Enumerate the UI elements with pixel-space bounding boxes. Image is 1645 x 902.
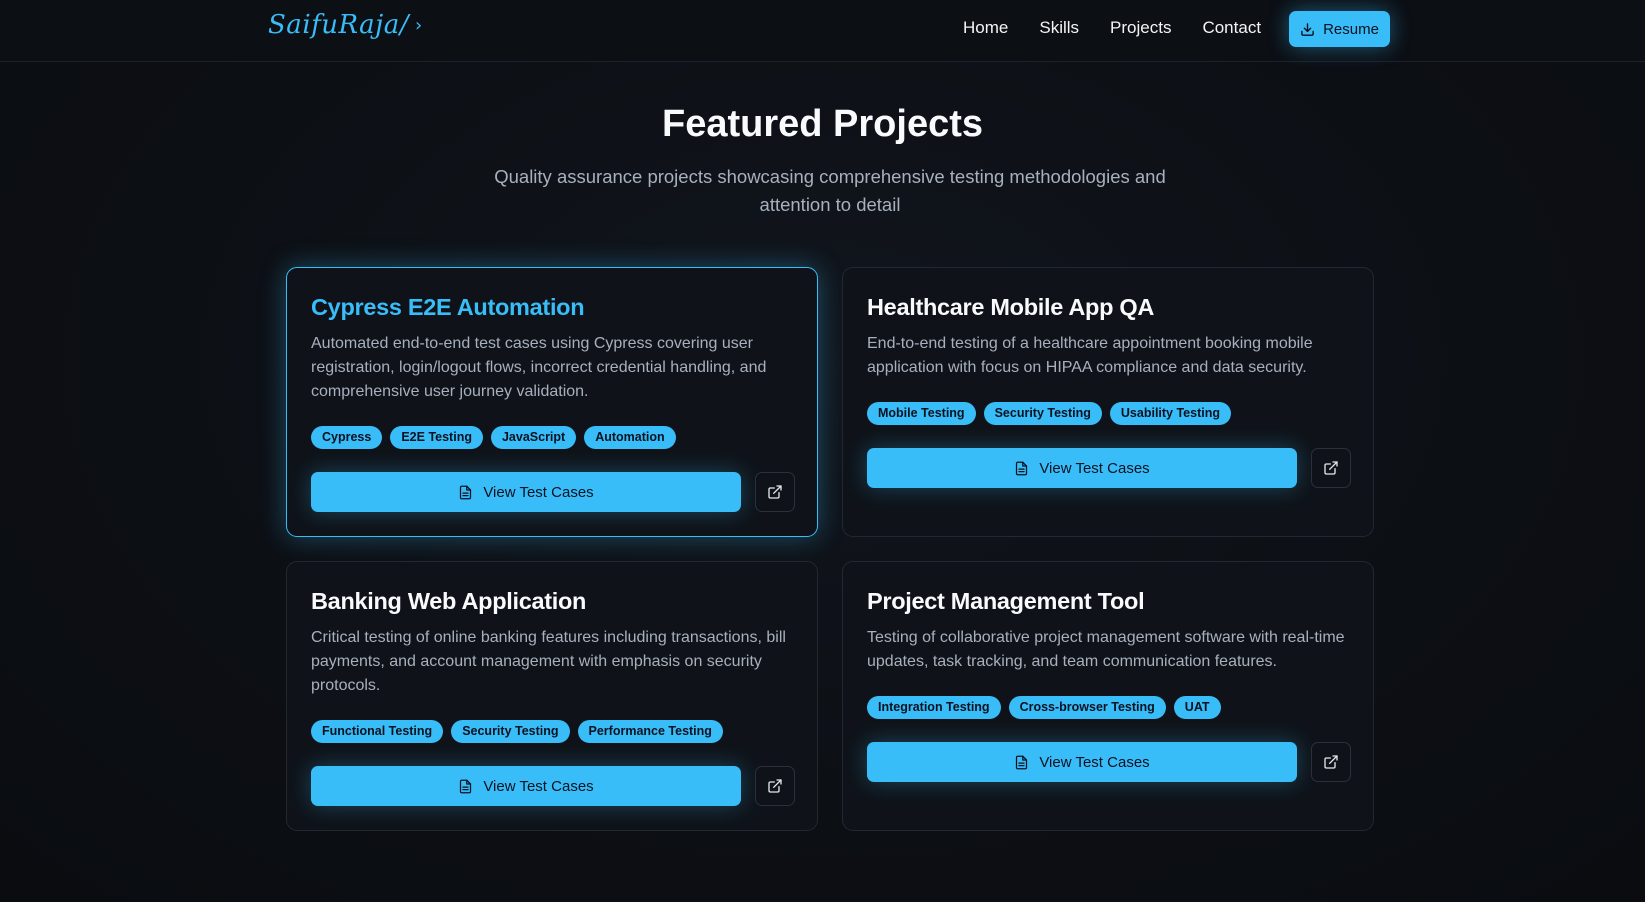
external-link-button[interactable] [1311, 742, 1351, 782]
section-subtitle: Quality assurance projects showcasing co… [494, 166, 1166, 215]
project-description: Testing of collaborative project managem… [867, 629, 1345, 670]
tag: UAT [1173, 696, 1221, 719]
project-card-healthcare[interactable]: Healthcare Mobile App QA End-to-end test… [842, 267, 1374, 537]
project-card-project-management[interactable]: Project Management Tool Testing of colla… [842, 561, 1374, 831]
tag: Automation [584, 426, 676, 449]
download-icon [1301, 22, 1314, 36]
tag: Integration Testing [867, 696, 1001, 719]
navbar: SaifuRaja/ › Home Skills Projects Contac… [0, 0, 1645, 62]
project-title: Healthcare Mobile App QA [867, 294, 1155, 320]
view-test-cases-button[interactable]: View Test Cases [311, 766, 741, 806]
external-link-icon [1324, 755, 1338, 769]
nav-link-skills[interactable]: Skills [1039, 18, 1079, 38]
project-title: Project Management Tool [867, 588, 1145, 614]
tag: JavaScript [490, 426, 577, 449]
external-link-button[interactable] [1311, 448, 1351, 488]
nav-link-projects[interactable]: Projects [1110, 18, 1171, 38]
resume-button[interactable]: Resume [1289, 11, 1390, 47]
view-test-cases-label: View Test Cases [483, 483, 594, 501]
view-test-cases-button[interactable]: View Test Cases [867, 448, 1297, 488]
project-title: Banking Web Application [311, 588, 587, 614]
logo-text: SaifuRaja/ [268, 10, 409, 40]
nav-link-contact[interactable]: Contact [1202, 18, 1261, 38]
logo-chevron-icon: › [415, 14, 423, 36]
tag: E2E Testing [390, 426, 483, 449]
document-icon [460, 485, 472, 499]
logo[interactable]: SaifuRaja/ › [268, 10, 423, 40]
project-card-banking[interactable]: Banking Web Application Critical testing… [286, 561, 818, 831]
tag: Cypress [311, 426, 383, 449]
project-tags: Functional Testing Security Testing Perf… [311, 720, 723, 743]
resume-label: Resume [1323, 20, 1379, 38]
tag: Functional Testing [311, 720, 444, 743]
project-description: Critical testing of online banking featu… [311, 629, 786, 694]
view-test-cases-button[interactable]: View Test Cases [867, 742, 1297, 782]
external-link-button[interactable] [755, 472, 795, 512]
project-card-cypress[interactable]: Cypress E2E Automation Automated end-to-… [286, 267, 818, 537]
view-test-cases-label: View Test Cases [1039, 753, 1150, 771]
external-link-button[interactable] [755, 766, 795, 806]
document-icon [1016, 461, 1028, 475]
view-test-cases-label: View Test Cases [1039, 459, 1150, 477]
nav-link-home[interactable]: Home [963, 18, 1008, 38]
project-tags: Mobile Testing Security Testing Usabilit… [867, 402, 1231, 425]
document-icon [1016, 755, 1028, 769]
project-description: End-to-end testing of a healthcare appoi… [867, 335, 1313, 376]
external-link-icon [768, 485, 782, 499]
section-title: Featured Projects [662, 103, 983, 145]
external-link-icon [1324, 461, 1338, 475]
view-test-cases-label: View Test Cases [483, 777, 594, 795]
tag: Security Testing [983, 402, 1102, 425]
project-tags: Integration Testing Cross-browser Testin… [867, 696, 1221, 719]
tag: Usability Testing [1109, 402, 1231, 425]
tag: Mobile Testing [867, 402, 976, 425]
document-icon [460, 779, 472, 793]
nav-links: Home Skills Projects Contact [963, 18, 1261, 38]
tag: Performance Testing [577, 720, 723, 743]
external-link-icon [768, 779, 782, 793]
view-test-cases-button[interactable]: View Test Cases [311, 472, 741, 512]
project-title: Cypress E2E Automation [311, 294, 585, 320]
tag: Security Testing [451, 720, 570, 743]
project-description: Automated end-to-end test cases using Cy… [311, 335, 767, 400]
project-tags: Cypress E2E Testing JavaScript Automatio… [311, 426, 676, 449]
tag: Cross-browser Testing [1008, 696, 1166, 719]
